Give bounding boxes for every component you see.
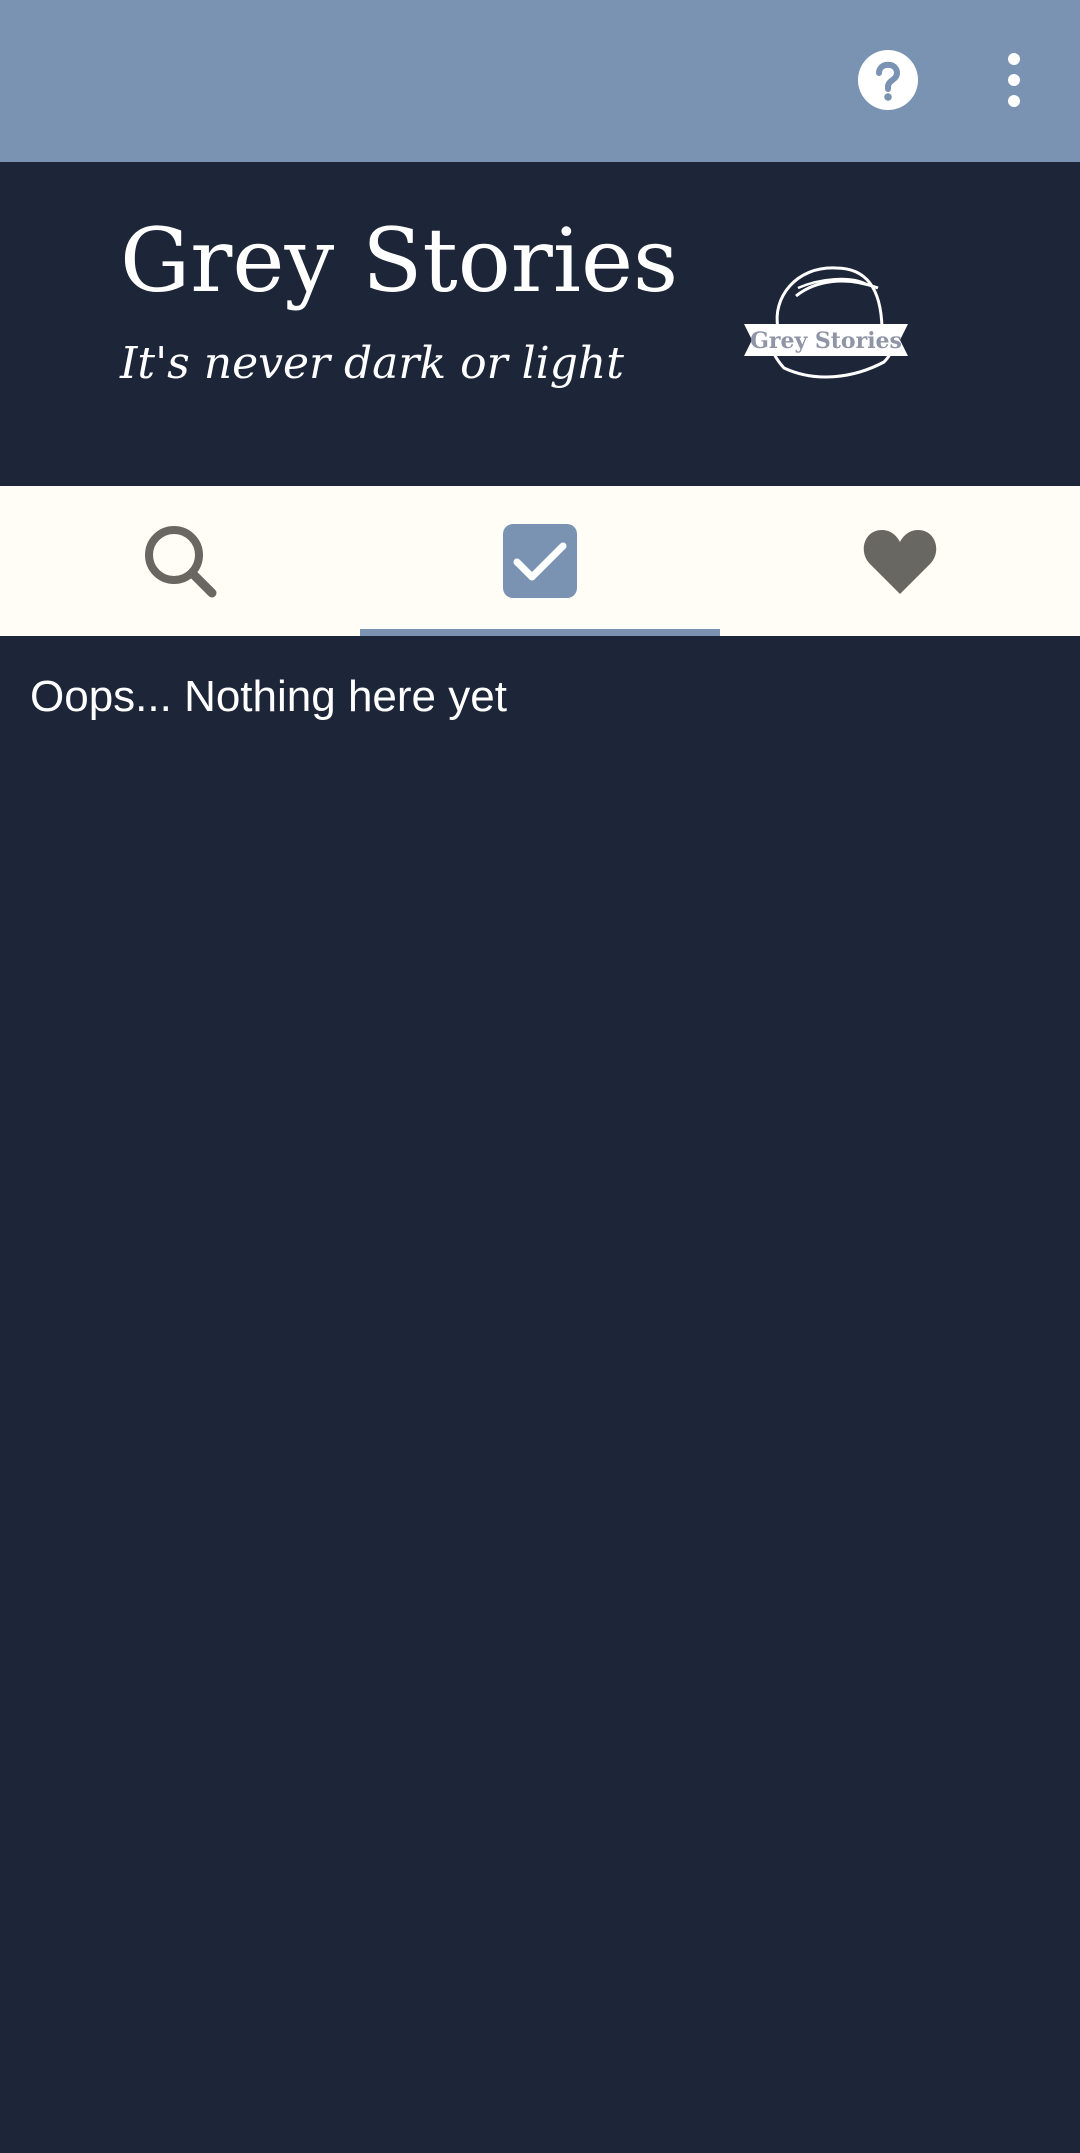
search-icon xyxy=(145,526,217,598)
tab-search[interactable] xyxy=(0,486,360,636)
heart-icon xyxy=(863,530,937,594)
logo-text: Grey Stories xyxy=(750,328,902,354)
empty-state-message: Oops... Nothing here yet xyxy=(30,672,507,721)
more-vert-icon xyxy=(1008,53,1020,107)
grey-stories-logo: Grey Stories xyxy=(744,266,908,379)
selected-tab-indicator xyxy=(360,629,720,636)
app-header: Grey Stories It's never dark or light Gr… xyxy=(0,162,1080,486)
app-title: Grey Stories xyxy=(120,209,679,312)
app-toolbar xyxy=(0,0,1080,162)
checkbox-checked-icon xyxy=(503,524,577,598)
tab-favorites[interactable] xyxy=(720,486,1080,636)
help-button[interactable] xyxy=(850,42,926,118)
more-options-button[interactable] xyxy=(976,42,1052,118)
app-subtitle: It's never dark or light xyxy=(120,338,624,389)
content-area: Oops... Nothing here yet xyxy=(0,636,1080,2153)
tab-completed[interactable] xyxy=(360,486,720,636)
help-icon xyxy=(858,50,918,110)
tab-bar xyxy=(0,486,1080,636)
